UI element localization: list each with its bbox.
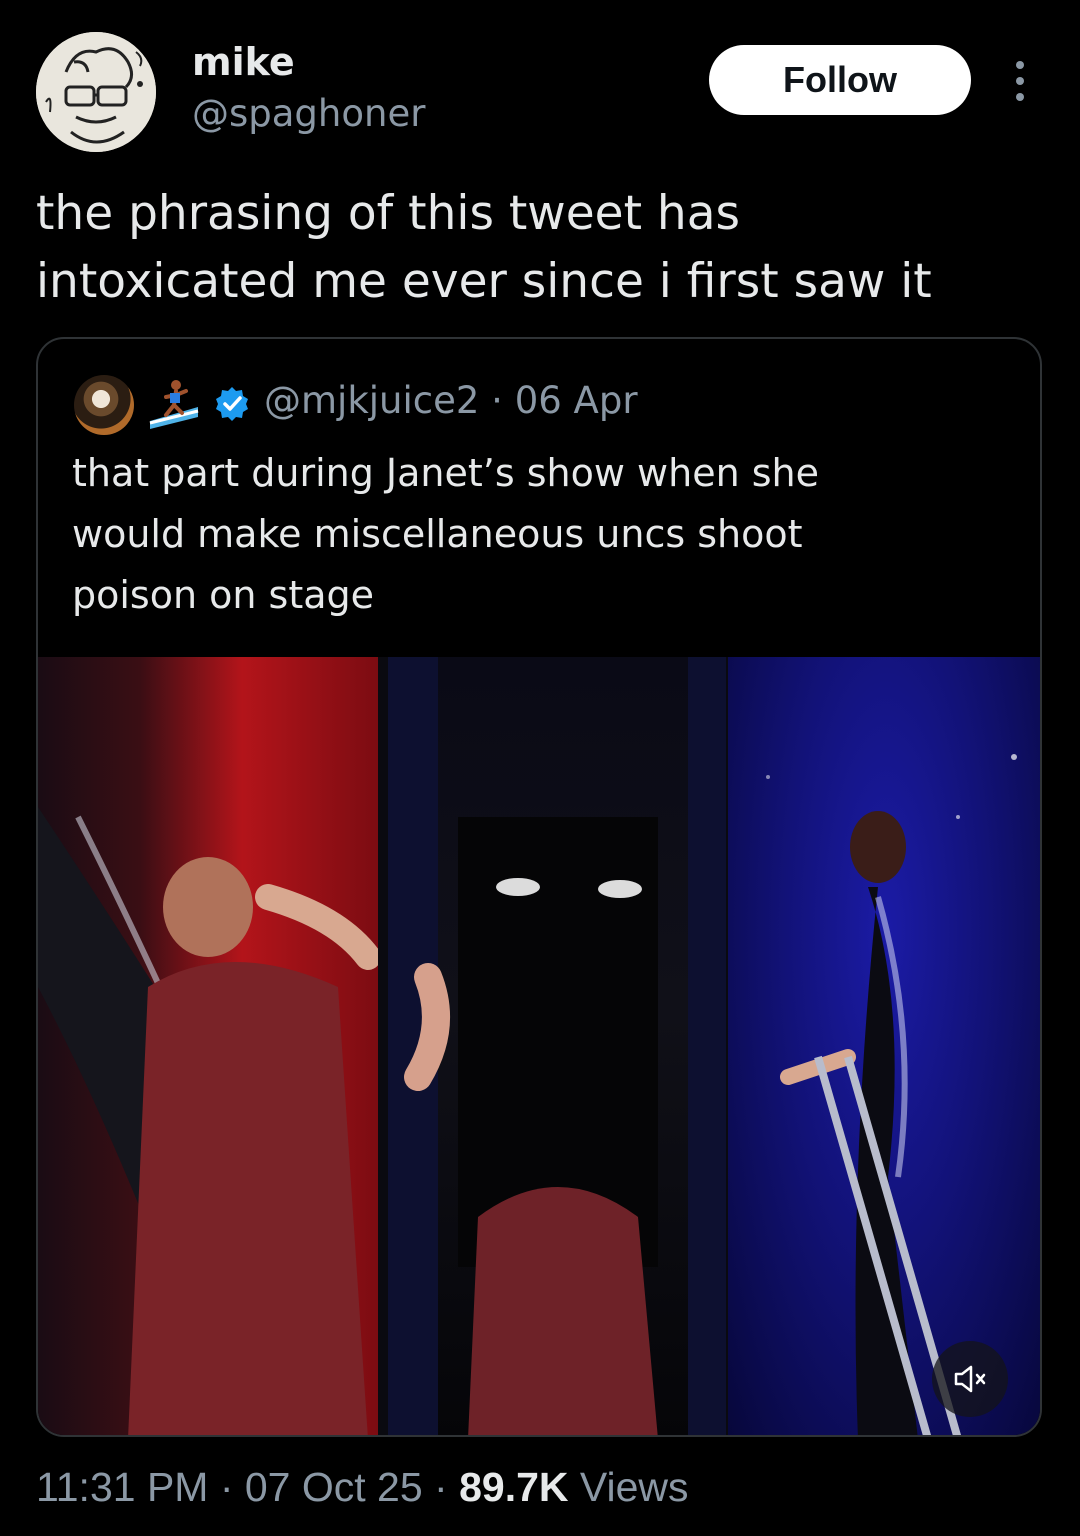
quoted-media-video[interactable] xyxy=(38,657,1040,1435)
author-handle[interactable]: @spaghoner xyxy=(192,92,425,135)
dot xyxy=(1016,61,1024,69)
tweet-text: the phrasing of this tweet has intoxicat… xyxy=(36,186,932,309)
video-frame-right xyxy=(728,657,1040,1435)
follow-button[interactable]: Follow xyxy=(709,45,971,115)
verified-badge-icon xyxy=(213,385,251,423)
quoted-tweet-text: that part during Janet’s show when she w… xyxy=(72,451,819,617)
views-count: 89.7K xyxy=(459,1464,569,1510)
quoted-author-avatar[interactable] xyxy=(74,375,134,435)
video-frame-middle xyxy=(388,657,726,1435)
author-avatar[interactable] xyxy=(36,32,156,152)
more-options-icon[interactable] xyxy=(1001,55,1039,107)
volume-muted-icon[interactable] xyxy=(932,1341,1008,1417)
timestamp[interactable]: 11:31 PM · 07 Oct 25 · xyxy=(36,1464,459,1510)
dot xyxy=(1016,77,1024,85)
quoted-handle-date[interactable]: @mjkjuice2 · 06 Apr xyxy=(264,379,638,422)
video-frame-left xyxy=(38,657,378,1435)
views-label: Views xyxy=(568,1464,689,1510)
dot xyxy=(1016,93,1024,101)
surfer-emoji-icon xyxy=(146,377,202,433)
tweet-metadata: 11:31 PM · 07 Oct 25 · 89.7K Views xyxy=(36,1464,689,1511)
quoted-tweet-card[interactable]: @mjkjuice2 · 06 Apr that part during Jan… xyxy=(36,337,1042,1437)
author-name[interactable]: mike xyxy=(192,40,295,84)
